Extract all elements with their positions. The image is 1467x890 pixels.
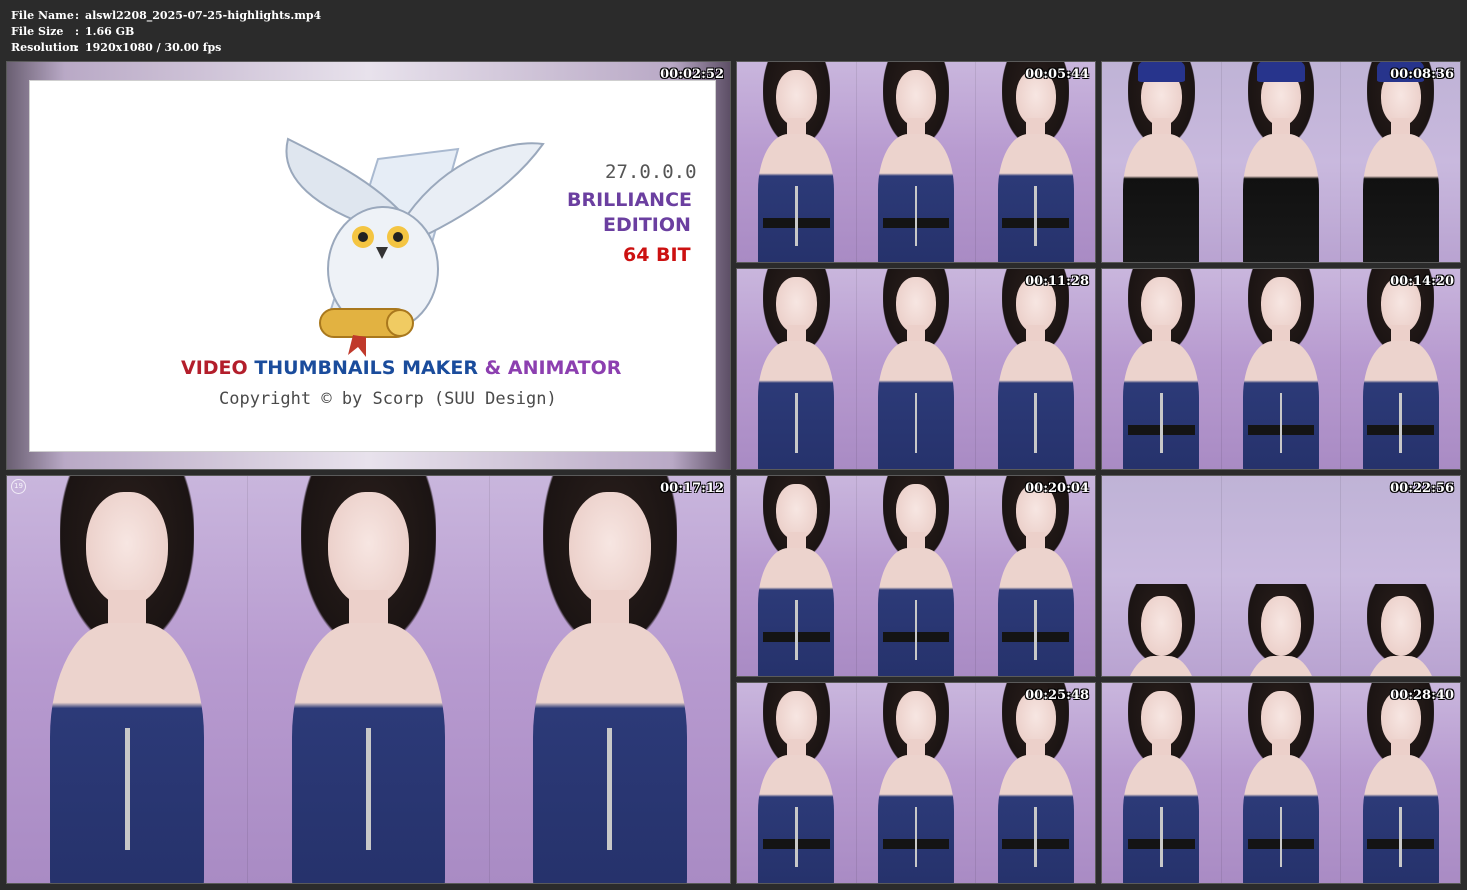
video-frame (489, 476, 730, 883)
video-frame (1341, 62, 1460, 262)
file-size-row: File Size : 1.66 GB (11, 24, 321, 40)
separator: : (75, 41, 80, 54)
file-size-label: File Size (11, 25, 64, 38)
video-frame (737, 683, 857, 883)
timestamp: 00:11:28 (1025, 274, 1089, 289)
video-frame (248, 476, 490, 883)
video-frame (856, 683, 977, 883)
video-frame (1341, 476, 1460, 676)
owl-logo-icon (285, 137, 545, 357)
timestamp: 00:08:36 (1390, 67, 1454, 82)
bits-label: 64 BIT (623, 244, 691, 266)
copyright-text: Copyright © by Scorp (SUU Design) (219, 389, 557, 409)
title-thumbnails: THUMBNAILS MAKER (254, 357, 479, 379)
timestamp: 00:14:20 (1390, 274, 1454, 289)
timestamp: 00:22:56 (1390, 481, 1454, 496)
video-frame (1102, 269, 1222, 469)
timestamp: 00:20:04 (1025, 481, 1089, 496)
separator: : (75, 25, 80, 38)
video-thumbnail[interactable]: 00:11:28 (736, 268, 1096, 470)
file-name-value: alswl2208_2025-07-25-highlights.mp4 (85, 9, 322, 22)
video-thumbnail[interactable]: 00:05:44 (736, 61, 1096, 263)
video-frame (737, 269, 857, 469)
title-amp: & (484, 357, 502, 379)
title-video: VIDEO (181, 357, 248, 379)
splash-thumbnail[interactable]: 27.0.0.0 BRILLIANCE EDITION 64 BIT VIDEO… (6, 61, 731, 470)
file-name-label: File Name (11, 9, 74, 22)
video-thumbnail[interactable]: 00:14:20 (1101, 268, 1461, 470)
timestamp: 00:25:48 (1025, 688, 1089, 703)
version-number: 27.0.0.0 (605, 161, 697, 183)
video-frame (1221, 683, 1342, 883)
timestamp: 00:02:52 (660, 67, 724, 82)
timestamp: 00:05:44 (1025, 67, 1089, 82)
video-frame (1221, 269, 1342, 469)
video-frame (976, 269, 1095, 469)
video-frame (856, 269, 977, 469)
video-frame (856, 476, 977, 676)
video-frame (1341, 683, 1460, 883)
video-frame (976, 62, 1095, 262)
timestamp: 00:28:40 (1390, 688, 1454, 703)
video-thumbnail[interactable]: 00:25:48 (736, 682, 1096, 884)
resolution-row: Resolution : 1920x1080 / 30.00 fps (11, 40, 321, 56)
video-thumbnail[interactable]: 00:22:56 (1101, 475, 1461, 677)
splash-card: 27.0.0.0 BRILLIANCE EDITION 64 BIT VIDEO… (29, 80, 716, 452)
file-size-value: 1.66 GB (85, 25, 135, 38)
video-frame (7, 476, 249, 883)
separator: : (75, 9, 80, 22)
video-frame (1102, 683, 1222, 883)
video-frame (737, 62, 857, 262)
video-thumbnail[interactable]: 00:28:40 (1101, 682, 1461, 884)
video-frame (856, 62, 977, 262)
title-animator: ANIMATOR (507, 357, 622, 379)
video-frame (1221, 476, 1342, 676)
video-frame (976, 683, 1095, 883)
product-title: VIDEO THUMBNAILS MAKER & ANIMATOR (181, 357, 621, 379)
video-frame (976, 476, 1095, 676)
video-frame (737, 476, 857, 676)
resolution-label: Resolution (11, 41, 78, 54)
contact-sheet: File Name : alswl2208_2025-07-25-highlig… (0, 0, 1467, 890)
video-frame (1221, 62, 1342, 262)
resolution-value: 1920x1080 / 30.00 fps (85, 41, 222, 54)
video-thumbnail[interactable]: 00:20:04 (736, 475, 1096, 677)
edition-line2: EDITION (603, 214, 691, 236)
frame-index-badge: 19 (11, 479, 26, 494)
video-thumbnail[interactable]: 19 00:17:12 (6, 475, 731, 884)
video-thumbnail[interactable]: 00:08:36 (1101, 61, 1461, 263)
video-frame (1341, 269, 1460, 469)
video-frame (1102, 476, 1222, 676)
edition-line1: BRILLIANCE (567, 189, 692, 211)
file-info: File Name : alswl2208_2025-07-25-highlig… (11, 8, 321, 56)
timestamp: 00:17:12 (660, 481, 724, 496)
file-name-row: File Name : alswl2208_2025-07-25-highlig… (11, 8, 321, 24)
video-frame (1102, 62, 1222, 262)
